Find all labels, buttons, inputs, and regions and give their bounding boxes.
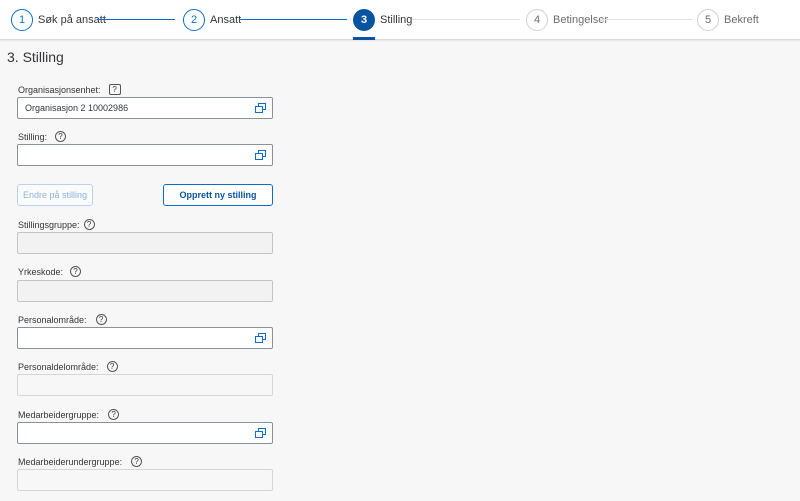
job-code-label: Yrkeskode:: [18, 266, 64, 277]
wizard-step-4[interactable]: 4 Betingelser: [526, 9, 608, 31]
help-icon[interactable]: ?: [55, 131, 67, 142]
employee-subgroup-label: Medarbeiderundergruppe:: [18, 456, 123, 467]
value-help-icon[interactable]: [255, 103, 266, 113]
step-number: 2: [183, 9, 205, 31]
personnel-subarea-label: Personaldelområde:: [18, 361, 99, 372]
value-help-icon[interactable]: [255, 428, 266, 438]
personnel-subarea-field: [17, 374, 273, 396]
org-unit-label: Organisasjonsenhet:: [18, 84, 101, 95]
job-code-label-row: Yrkeskode: ?: [18, 266, 82, 277]
wizard-step-2[interactable]: 2 Ansatt: [183, 9, 241, 31]
employee-group-label-row: Medarbeidergruppe: ?: [18, 409, 120, 420]
position-group-label-row: Stillingsgruppe: ?: [18, 219, 95, 230]
job-code-field: [17, 280, 273, 302]
wizard-step-1[interactable]: 1 Søk på ansatt: [11, 9, 106, 31]
step-number: 4: [526, 9, 548, 31]
create-position-button[interactable]: Opprett ny stilling: [163, 184, 273, 206]
step-number: 5: [697, 9, 719, 31]
help-icon[interactable]: ?: [83, 219, 95, 230]
personnel-subarea-label-row: Personaldelområde: ?: [18, 361, 118, 372]
step-connector: [239, 19, 347, 20]
wizard-step-3[interactable]: 3 Stilling: [353, 9, 412, 31]
step-label: Stilling: [380, 14, 413, 26]
position-label-row: Stilling: ?: [18, 131, 67, 142]
position-group-field: [17, 232, 273, 254]
position-input[interactable]: [17, 144, 273, 166]
step-number: 1: [11, 9, 33, 31]
employee-group-label: Medarbeidergruppe:: [18, 409, 100, 420]
current-step-indicator: [353, 37, 375, 40]
position-group-label: Stillingsgruppe:: [18, 219, 80, 230]
help-icon[interactable]: ?: [131, 456, 143, 467]
employee-group-input[interactable]: [17, 422, 273, 444]
org-unit-label-row: Organisasjonsenhet: ?: [18, 84, 121, 95]
help-icon[interactable]: ?: [108, 84, 121, 95]
employee-subgroup-label-row: Medarbeiderundergruppe: ?: [18, 456, 143, 467]
help-icon[interactable]: ?: [106, 361, 118, 372]
wizard-progress-bar: 1 Søk på ansatt 2 Ansatt 3 Stilling 4 Be…: [0, 0, 800, 40]
value-help-icon[interactable]: [255, 333, 266, 343]
step-number: 3: [353, 9, 375, 31]
step-connector: [97, 19, 175, 20]
section-title: 3. Stilling: [7, 49, 64, 65]
step-label: Bekreft: [724, 14, 759, 26]
edit-position-button[interactable]: Endre på stilling: [17, 184, 93, 206]
help-icon[interactable]: ?: [95, 314, 107, 325]
org-unit-value: Organisasjon 2 10002986: [25, 103, 129, 113]
step-label: Betingelser: [553, 14, 609, 26]
step-label: Ansatt: [210, 14, 242, 26]
wizard-step-5[interactable]: 5 Bekreft: [697, 9, 759, 31]
help-icon[interactable]: ?: [108, 409, 120, 420]
value-help-icon[interactable]: [255, 150, 266, 160]
step-connector: [600, 19, 692, 20]
personnel-area-input[interactable]: [17, 327, 273, 349]
employee-subgroup-field: [17, 469, 273, 491]
step-connector: [412, 19, 520, 20]
org-unit-input[interactable]: Organisasjon 2 10002986: [17, 97, 273, 119]
help-icon[interactable]: ?: [70, 266, 82, 277]
personnel-area-label: Personalområde:: [18, 314, 87, 325]
step-label: Søk på ansatt: [38, 14, 106, 26]
personnel-area-label-row: Personalområde: ?: [18, 314, 107, 325]
position-label: Stilling:: [18, 131, 48, 142]
